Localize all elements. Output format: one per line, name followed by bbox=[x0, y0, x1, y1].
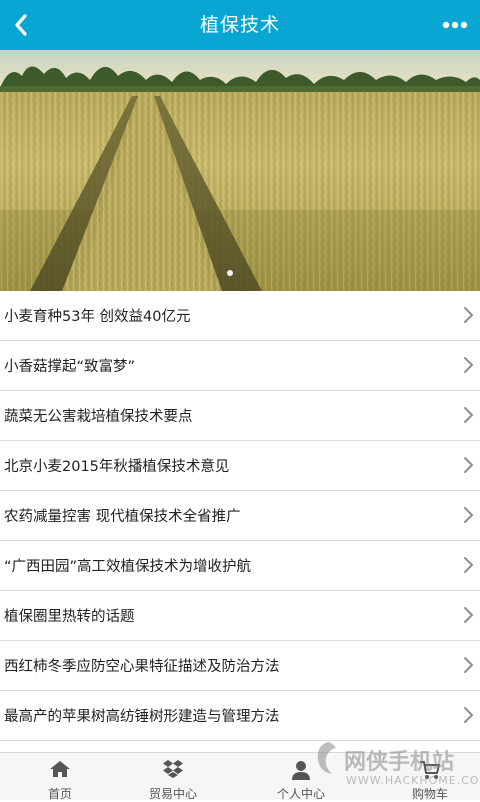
page-title: 植保技术 bbox=[199, 14, 280, 36]
more-dots-icon[interactable] bbox=[442, 20, 468, 30]
watermark-logo-icon bbox=[317, 742, 336, 774]
carousel-indicator-dot[interactable] bbox=[227, 270, 233, 276]
article-title: 植保圈里热转的话题 bbox=[4, 609, 135, 625]
chevron-right-icon bbox=[464, 607, 473, 623]
list-item[interactable]: “广西田园”高工效植保技术为增收护航 bbox=[0, 541, 480, 591]
article-title: 北京小麦2015年秋播植保技术意见 bbox=[4, 459, 230, 475]
list-item[interactable]: 北京小麦2015年秋播植保技术意见 bbox=[0, 441, 480, 491]
article-title: 蔬菜无公害栽培植保技术要点 bbox=[4, 409, 193, 425]
chevron-right-icon bbox=[464, 657, 473, 673]
article-title: 农药减量控害 现代植保技术全省推广 bbox=[4, 509, 241, 525]
article-title: 小香菇撑起“致富梦” bbox=[4, 359, 136, 375]
chevron-right-icon bbox=[464, 507, 473, 523]
chevron-right-icon bbox=[464, 407, 473, 423]
list-item[interactable]: 蔬菜无公害栽培植保技术要点 bbox=[0, 391, 480, 441]
top-app-bar: 植保技术 bbox=[0, 0, 480, 50]
watermark-url: WWW.HACKHOME.COM bbox=[346, 774, 480, 787]
tab-trade-center-label: 贸易中心 bbox=[148, 787, 197, 801]
article-list: 小麦育种53年 创效益40亿元 小香菇撑起“致富梦” 蔬菜无公害栽培植保技术要点… bbox=[0, 291, 480, 741]
home-icon bbox=[50, 761, 70, 777]
chevron-right-icon bbox=[464, 707, 473, 723]
tab-trade-center[interactable]: 贸易中心 bbox=[113, 753, 233, 801]
chevron-right-icon bbox=[464, 307, 473, 323]
list-item[interactable]: 植保圈里热转的话题 bbox=[0, 591, 480, 641]
wheat-field-photo bbox=[0, 50, 480, 291]
article-title: 小麦育种53年 创效益40亿元 bbox=[4, 309, 191, 325]
tab-home[interactable]: 首页 bbox=[0, 753, 120, 801]
banner-carousel[interactable] bbox=[0, 50, 480, 291]
chevron-right-icon bbox=[464, 357, 473, 373]
tab-home-label: 首页 bbox=[47, 787, 72, 801]
user-icon bbox=[292, 761, 310, 780]
article-title: 最高产的苹果树高纺锤树形建造与管理方法 bbox=[4, 709, 280, 725]
list-item[interactable]: 小香菇撑起“致富梦” bbox=[0, 341, 480, 391]
article-title: “广西田园”高工效植保技术为增收护航 bbox=[4, 559, 252, 575]
list-item[interactable]: 农药减量控害 现代植保技术全省推广 bbox=[0, 491, 480, 541]
watermark: 网侠手机站 WWW.HACKHOME.COM bbox=[312, 734, 480, 800]
chevron-right-icon bbox=[464, 557, 473, 573]
list-item[interactable]: 西红柿冬季应防空心果特征描述及防治方法 bbox=[0, 641, 480, 691]
watermark-text: 网侠手机站 bbox=[344, 750, 455, 775]
dropbox-icon bbox=[163, 760, 183, 778]
list-item[interactable]: 小麦育种53年 创效益40亿元 bbox=[0, 291, 480, 341]
article-title: 西红柿冬季应防空心果特征描述及防治方法 bbox=[4, 659, 280, 675]
chevron-right-icon bbox=[464, 457, 473, 473]
